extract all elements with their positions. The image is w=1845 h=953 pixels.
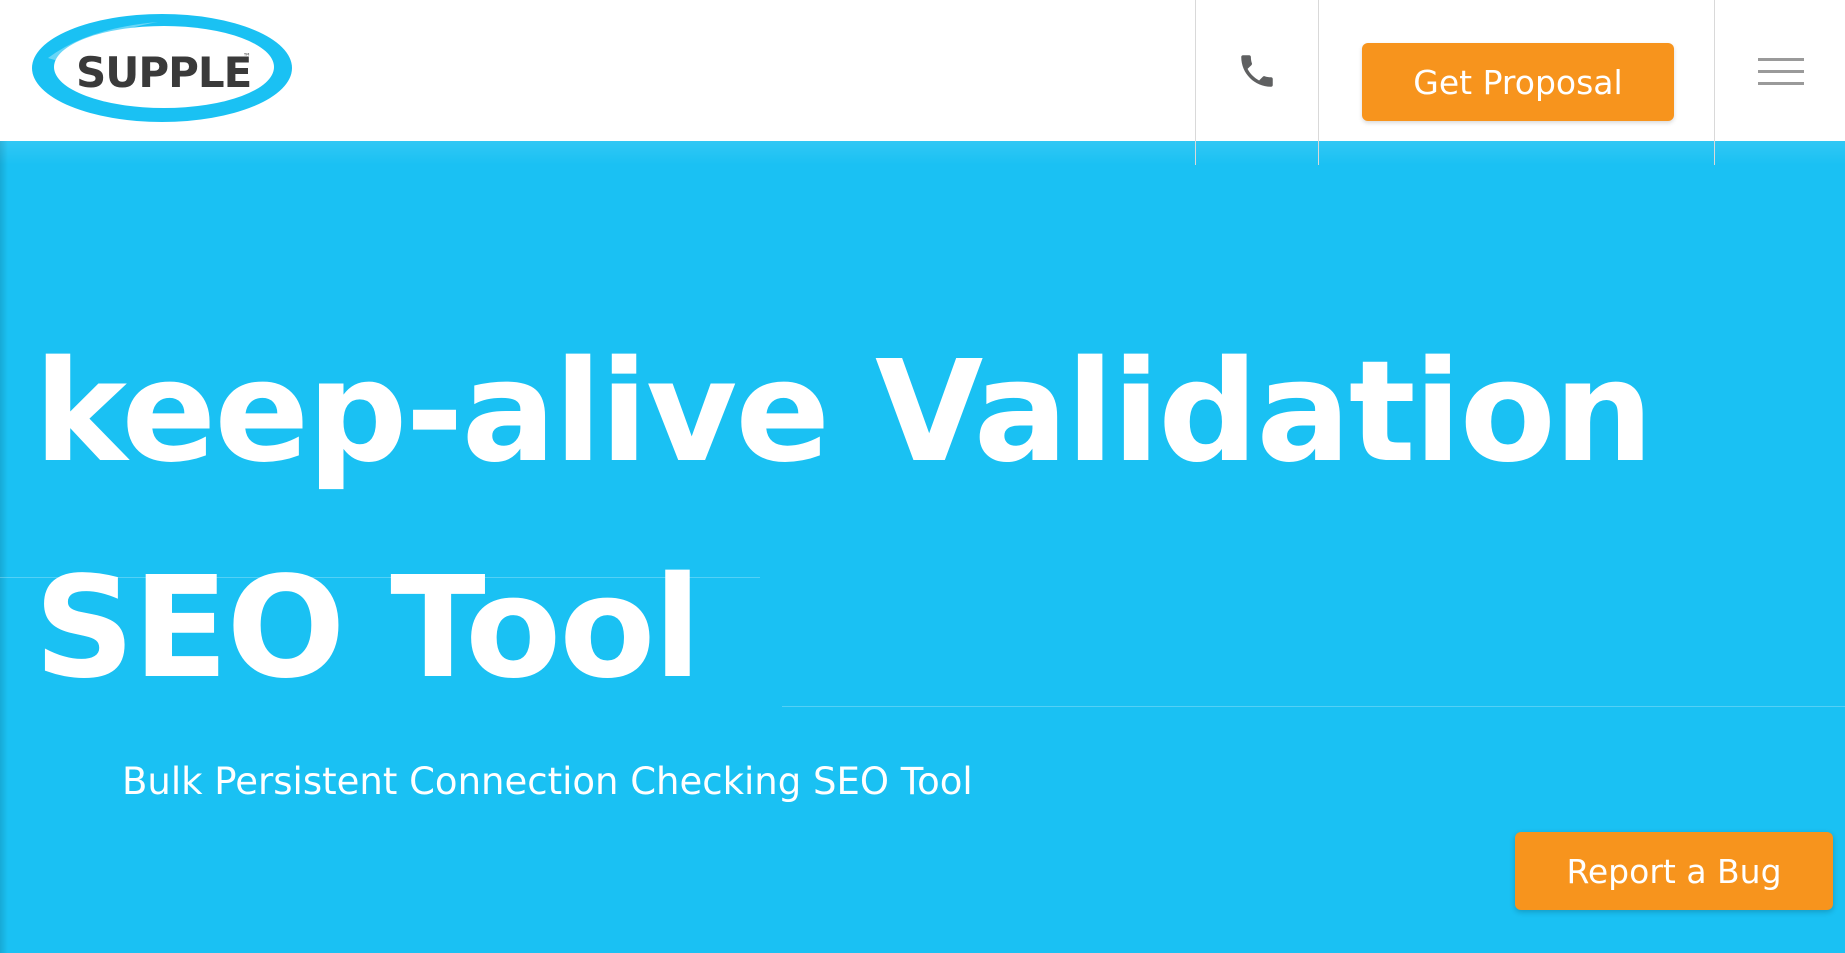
page-subtitle: Bulk Persistent Connection Checking SEO … <box>122 760 973 803</box>
site-header: SUPPLE ™ Get Proposal <box>0 0 1845 141</box>
hero-shadow <box>0 141 8 953</box>
header-divider <box>1714 0 1715 165</box>
supple-logo[interactable]: SUPPLE ™ <box>28 8 300 128</box>
header-divider <box>1318 0 1319 165</box>
menu-button[interactable] <box>1716 0 1845 141</box>
report-bug-button[interactable]: Report a Bug <box>1515 832 1833 910</box>
header-divider <box>1195 0 1196 165</box>
logo-trademark: ™ <box>243 52 251 61</box>
hero-shadow <box>0 141 1845 165</box>
phone-button[interactable] <box>1196 0 1318 141</box>
page-title: keep-alive Validation SEO Tool <box>34 331 1654 710</box>
logo-text: SUPPLE <box>76 48 252 97</box>
get-proposal-button[interactable]: Get Proposal <box>1362 43 1674 121</box>
phone-icon <box>1241 54 1273 87</box>
hamburger-menu-icon <box>1757 57 1804 85</box>
